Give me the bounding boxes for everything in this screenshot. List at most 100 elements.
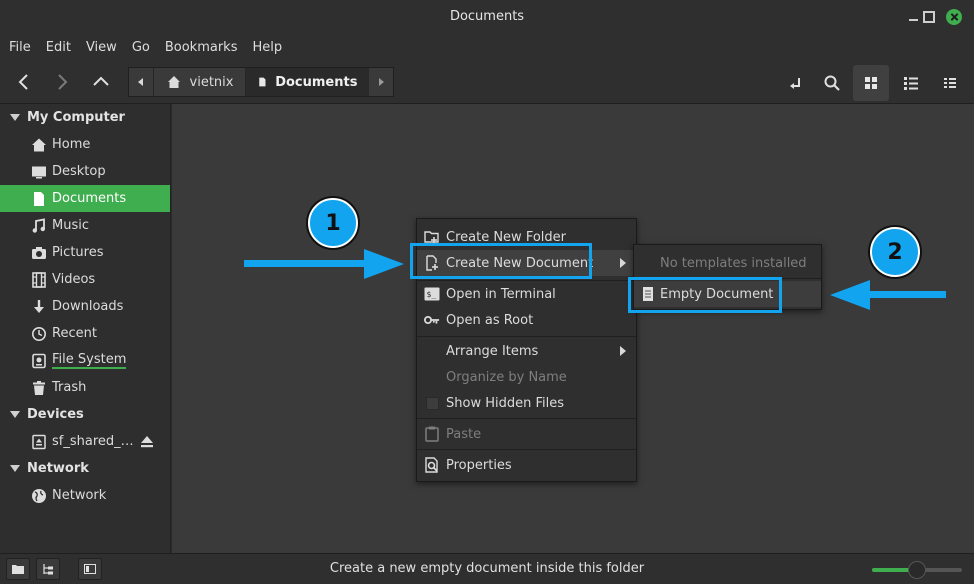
sidebar-item-network[interactable]: Network — [0, 482, 170, 509]
drive-icon — [31, 353, 47, 369]
breadcrumb-left-button[interactable] — [129, 68, 153, 96]
menu-bookmarks[interactable]: Bookmarks — [165, 40, 238, 55]
sidebar-item-documents[interactable]: Documents — [0, 185, 170, 212]
sidebar-item-home[interactable]: Home — [0, 131, 170, 158]
arrow-right-icon — [244, 249, 404, 279]
breadcrumb: vietnix Documents — [128, 67, 394, 97]
menu-edit[interactable]: Edit — [46, 40, 71, 55]
checkbox[interactable] — [424, 395, 440, 411]
compact-view-button[interactable] — [936, 69, 964, 97]
sidebar-item-music[interactable]: Music — [0, 212, 170, 239]
sidebar: My Computer Home Desktop Documents Music… — [0, 104, 171, 553]
sidebar-item-label: File System — [52, 352, 127, 369]
sidebar-item-pictures[interactable]: Pictures — [0, 239, 170, 266]
sidebar-item-label: Music — [52, 218, 89, 233]
sidebar-item-label: Documents — [52, 191, 127, 206]
menu-item-open-in-terminal[interactable]: $_ Open in Terminal — [417, 281, 636, 307]
desktop-icon — [31, 164, 47, 180]
sidebar-item-videos[interactable]: Videos — [0, 266, 170, 293]
breadcrumb-documents-label: Documents — [275, 74, 358, 90]
up-button[interactable] — [88, 69, 114, 95]
menu-item-show-hidden-files[interactable]: Show Hidden Files — [417, 390, 636, 416]
step-badge-1: 1 — [308, 198, 358, 248]
status-bar: Create a new empty document inside this … — [0, 553, 974, 584]
usb-drive-icon — [31, 434, 47, 450]
search-button[interactable] — [818, 69, 846, 97]
menu-item-label: Organize by Name — [446, 369, 567, 385]
menu-item-organize-by-name: Organize by Name — [417, 364, 636, 390]
sidebar-item-label: Pictures — [52, 245, 104, 260]
toggle-location-button[interactable] — [782, 69, 810, 97]
menu-file[interactable]: File — [9, 40, 31, 55]
sidebar-section-devices[interactable]: Devices — [0, 401, 170, 428]
menu-item-properties[interactable]: Properties — [417, 452, 636, 478]
sidebar-item-recent[interactable]: Recent — [0, 320, 170, 347]
menu-separator — [417, 336, 636, 337]
menu-go[interactable]: Go — [132, 40, 150, 55]
clipboard-icon — [424, 426, 440, 442]
menu-item-label: Arrange Items — [446, 343, 539, 359]
film-icon — [31, 271, 47, 288]
arrow-right-icon — [379, 78, 385, 86]
chevron-left-icon — [18, 74, 28, 90]
menu-item-label: Paste — [446, 426, 482, 442]
sidebar-item-file-system[interactable]: File System — [0, 347, 170, 374]
menu-item-label: Open as Root — [446, 312, 534, 328]
chevron-right-icon — [58, 74, 68, 90]
maximize-button[interactable] — [922, 10, 936, 24]
close-button[interactable] — [946, 9, 962, 25]
icon-view-button[interactable] — [853, 65, 889, 101]
menu-item-paste: Paste — [417, 421, 636, 447]
sidebar-item-label: Downloads — [52, 299, 124, 314]
globe-icon — [31, 488, 47, 504]
expander-icon — [10, 114, 20, 121]
camera-icon — [31, 245, 47, 261]
arrow-left-icon — [137, 78, 143, 86]
breadcrumb-documents[interactable]: Documents — [245, 68, 370, 96]
breadcrumb-home[interactable]: vietnix — [152, 68, 246, 96]
submenu-arrow-icon — [620, 258, 626, 268]
chevron-up-icon — [93, 76, 109, 86]
forward-button[interactable] — [49, 69, 75, 95]
minimize-button[interactable] — [906, 10, 920, 24]
eject-icon[interactable] — [140, 435, 154, 452]
compact-list-icon — [944, 78, 956, 88]
zoom-slider[interactable] — [872, 561, 962, 579]
document-icon — [31, 191, 47, 207]
sidebar-item-label: Home — [52, 137, 91, 152]
terminal-icon: $_ — [424, 286, 440, 302]
sidebar-item-downloads[interactable]: Downloads — [0, 293, 170, 320]
menu-item-label: Show Hidden Files — [446, 395, 564, 411]
expander-icon — [10, 411, 20, 418]
sidebar-section-network[interactable]: Network — [0, 455, 170, 482]
sidebar-item-desktop[interactable]: Desktop — [0, 158, 170, 185]
toolbar: vietnix Documents — [0, 60, 974, 104]
menu-help[interactable]: Help — [252, 40, 282, 55]
back-button[interactable] — [11, 69, 37, 95]
menu-item-open-as-root[interactable]: Open as Root — [417, 307, 636, 333]
window-title: Documents — [449, 9, 525, 24]
clock-icon — [31, 326, 47, 342]
breadcrumb-right-button[interactable] — [369, 68, 393, 96]
highlight-create-new-document — [410, 243, 592, 279]
key-icon — [424, 312, 440, 328]
submenu-arrow-icon — [620, 346, 626, 356]
zoom-slider-handle[interactable] — [908, 561, 926, 579]
sidebar-item-sf-shared[interactable]: sf_shared_… — [0, 428, 170, 455]
home-icon — [31, 137, 47, 153]
menu-item-label: Open in Terminal — [446, 286, 556, 302]
menu-item-label: Properties — [446, 457, 512, 473]
section-title: Devices — [27, 407, 84, 422]
list-view-button[interactable] — [897, 69, 925, 97]
sidebar-item-label: Desktop — [52, 164, 106, 179]
sidebar-section-my-computer[interactable]: My Computer — [0, 104, 170, 131]
menu-item-arrange-items[interactable]: Arrange Items — [417, 338, 636, 364]
no-templates-item: No templates installed — [660, 255, 807, 271]
menu-view[interactable]: View — [86, 40, 117, 55]
sidebar-item-label: Trash — [52, 380, 87, 395]
search-icon — [824, 75, 840, 91]
sidebar-item-trash[interactable]: Trash — [0, 374, 170, 401]
grid-icon — [865, 77, 877, 89]
section-title: Network — [27, 461, 89, 476]
highlight-empty-document — [628, 277, 782, 313]
